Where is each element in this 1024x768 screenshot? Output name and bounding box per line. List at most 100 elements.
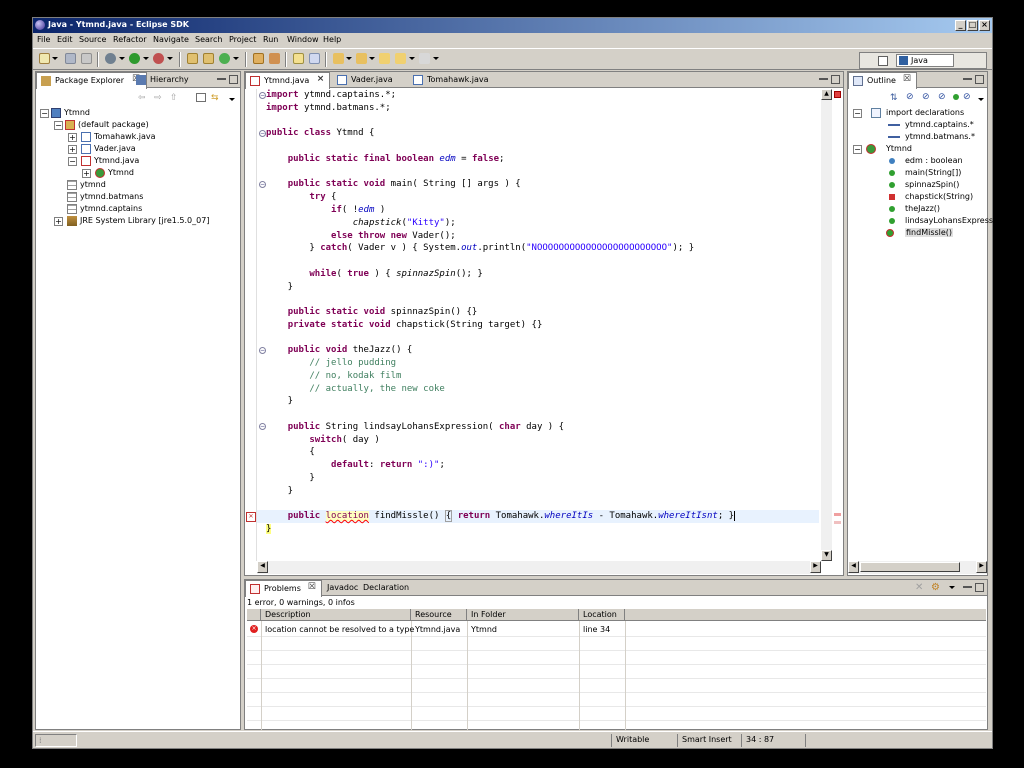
header-description[interactable]: Description: [262, 609, 411, 621]
tools-dropdown-icon[interactable]: [167, 57, 173, 60]
code-line[interactable]: public class Ytmnd {: [266, 128, 374, 141]
menu-file[interactable]: File: [37, 35, 50, 44]
link-with-editor-icon[interactable]: ⇆: [211, 93, 219, 103]
mark-occurrences-icon[interactable]: [293, 53, 304, 64]
scroll-left-icon[interactable]: ◀: [848, 561, 859, 573]
editor-vertical-scrollbar[interactable]: ▲ ▼: [821, 89, 832, 561]
table-row[interactable]: × location cannot be resolved to a type …: [247, 623, 986, 636]
forward-icon[interactable]: ⇨: [154, 93, 162, 103]
scroll-left-icon[interactable]: ◀: [257, 561, 268, 573]
fast-view-bar[interactable]: ⁞: [35, 734, 77, 747]
code-line[interactable]: // no, kodak film: [266, 371, 401, 384]
maximize-view-icon[interactable]: [831, 75, 840, 84]
code-line[interactable]: chapstick("Kitty");: [266, 218, 456, 231]
code-line[interactable]: default: return ":)";: [266, 460, 445, 473]
tab-package-explorer[interactable]: Package Explorer ☒: [36, 72, 148, 89]
close-tab-icon[interactable]: ☒: [308, 582, 316, 592]
code-line[interactable]: }: [266, 486, 293, 499]
close-tab-icon[interactable]: ×: [317, 74, 325, 84]
minimize-view-icon[interactable]: [963, 78, 972, 81]
tab-ytmnd-java[interactable]: Ytmnd.java ×: [245, 72, 331, 89]
menu-edit[interactable]: Edit: [57, 35, 73, 44]
class-dropdown-icon[interactable]: [233, 57, 239, 60]
collapse-toggle-icon[interactable]: −: [54, 121, 63, 130]
open-type-icon[interactable]: [253, 53, 264, 64]
menu-window[interactable]: Window: [287, 35, 319, 44]
back-dropdown-icon[interactable]: [409, 57, 415, 60]
expand-toggle-icon[interactable]: +: [82, 169, 91, 178]
header-resource[interactable]: Resource: [412, 609, 467, 621]
code-line[interactable]: public location findMissle() { return To…: [266, 510, 741, 524]
debug-icon[interactable]: [105, 53, 116, 64]
tab-outline[interactable]: Outline ☒: [848, 72, 917, 89]
menu-refactor[interactable]: Refactor: [113, 35, 147, 44]
code-line[interactable]: import ytmnd.batmans.*;: [266, 103, 391, 116]
minimize-view-icon[interactable]: [963, 586, 972, 589]
collapse-toggle-icon[interactable]: −: [853, 145, 862, 154]
scroll-right-icon[interactable]: ▶: [810, 561, 821, 573]
code-line[interactable]: try {: [266, 192, 336, 205]
code-line[interactable]: public static final boolean edm = false;: [266, 154, 505, 167]
new-icon[interactable]: [39, 53, 50, 64]
new-class-icon[interactable]: [219, 53, 230, 64]
collapse-toggle-icon[interactable]: −: [853, 109, 862, 118]
link-editor-icon[interactable]: ⊘: [963, 92, 971, 102]
print-icon[interactable]: [81, 53, 92, 64]
header-location[interactable]: Location: [580, 609, 625, 621]
fold-toggle-icon[interactable]: −: [259, 130, 266, 137]
view-menu-icon[interactable]: [949, 586, 955, 589]
code-line[interactable]: {: [266, 447, 314, 460]
tab-vader-java[interactable]: Vader.java: [333, 72, 399, 88]
code-line[interactable]: }: [266, 524, 272, 537]
search-icon[interactable]: [269, 53, 280, 64]
collapse-toggle-icon[interactable]: −: [40, 109, 49, 118]
tab-problems[interactable]: Problems ☒: [245, 580, 322, 597]
close-button[interactable]: ×: [979, 20, 990, 31]
hide-local-types-icon[interactable]: [953, 94, 959, 100]
code-line[interactable]: } catch( Vader v ) { System.out.println(…: [266, 243, 694, 256]
maximize-view-icon[interactable]: [975, 583, 984, 592]
scroll-down-icon[interactable]: ▼: [821, 550, 832, 561]
hide-nonpublic-icon[interactable]: ⊘: [938, 92, 946, 102]
sort-icon[interactable]: ⇅: [890, 93, 898, 103]
up-icon[interactable]: ⇧: [170, 93, 178, 103]
back-icon[interactable]: [395, 53, 406, 64]
minimize-button[interactable]: _: [955, 20, 966, 31]
close-tab-icon[interactable]: ☒: [903, 74, 911, 84]
fold-toggle-icon[interactable]: −: [259, 347, 266, 354]
menu-navigate[interactable]: Navigate: [153, 35, 189, 44]
code-line[interactable]: if( !edm ): [266, 205, 385, 218]
scroll-up-icon[interactable]: ▲: [821, 89, 832, 100]
forward-icon[interactable]: [419, 53, 430, 64]
hide-fields-icon[interactable]: ⊘: [906, 92, 914, 102]
code-line[interactable]: }: [266, 473, 314, 486]
error-marker-icon[interactable]: ✕: [246, 512, 256, 522]
collapse-all-icon[interactable]: [196, 93, 206, 102]
occurrence-marker[interactable]: [834, 521, 841, 524]
view-menu-icon[interactable]: [978, 98, 984, 101]
tab-hierarchy[interactable]: Hierarchy: [132, 72, 195, 88]
expand-toggle-icon[interactable]: +: [68, 145, 77, 154]
scroll-right-icon[interactable]: ▶: [976, 561, 987, 573]
run-icon[interactable]: [129, 53, 140, 64]
save-icon[interactable]: [65, 53, 76, 64]
outline-horizontal-scrollbar[interactable]: ◀ ▶: [848, 561, 987, 574]
new-java-project-icon[interactable]: [187, 53, 198, 64]
code-line[interactable]: private static void chapstick(String tar…: [266, 320, 543, 333]
header-folder[interactable]: In Folder: [468, 609, 579, 621]
fold-toggle-icon[interactable]: −: [259, 423, 266, 430]
menu-project[interactable]: Project: [229, 35, 256, 44]
error-marker[interactable]: [834, 513, 841, 516]
code-line[interactable]: import ytmnd.captains.*;: [266, 90, 396, 103]
next-annotation-icon[interactable]: [333, 53, 344, 64]
code-line[interactable]: public void theJazz() {: [266, 345, 413, 358]
menu-run[interactable]: Run: [263, 35, 278, 44]
menu-source[interactable]: Source: [79, 35, 106, 44]
fold-toggle-icon[interactable]: −: [259, 92, 266, 99]
code-line[interactable]: while( true ) { spinnazSpin(); }: [266, 269, 482, 282]
back-icon[interactable]: ⇦: [138, 93, 146, 103]
menu-search[interactable]: Search: [195, 35, 222, 44]
next-annotation-dropdown-icon[interactable]: [346, 57, 352, 60]
code-line[interactable]: }: [266, 282, 293, 295]
minimize-view-icon[interactable]: [819, 78, 828, 81]
